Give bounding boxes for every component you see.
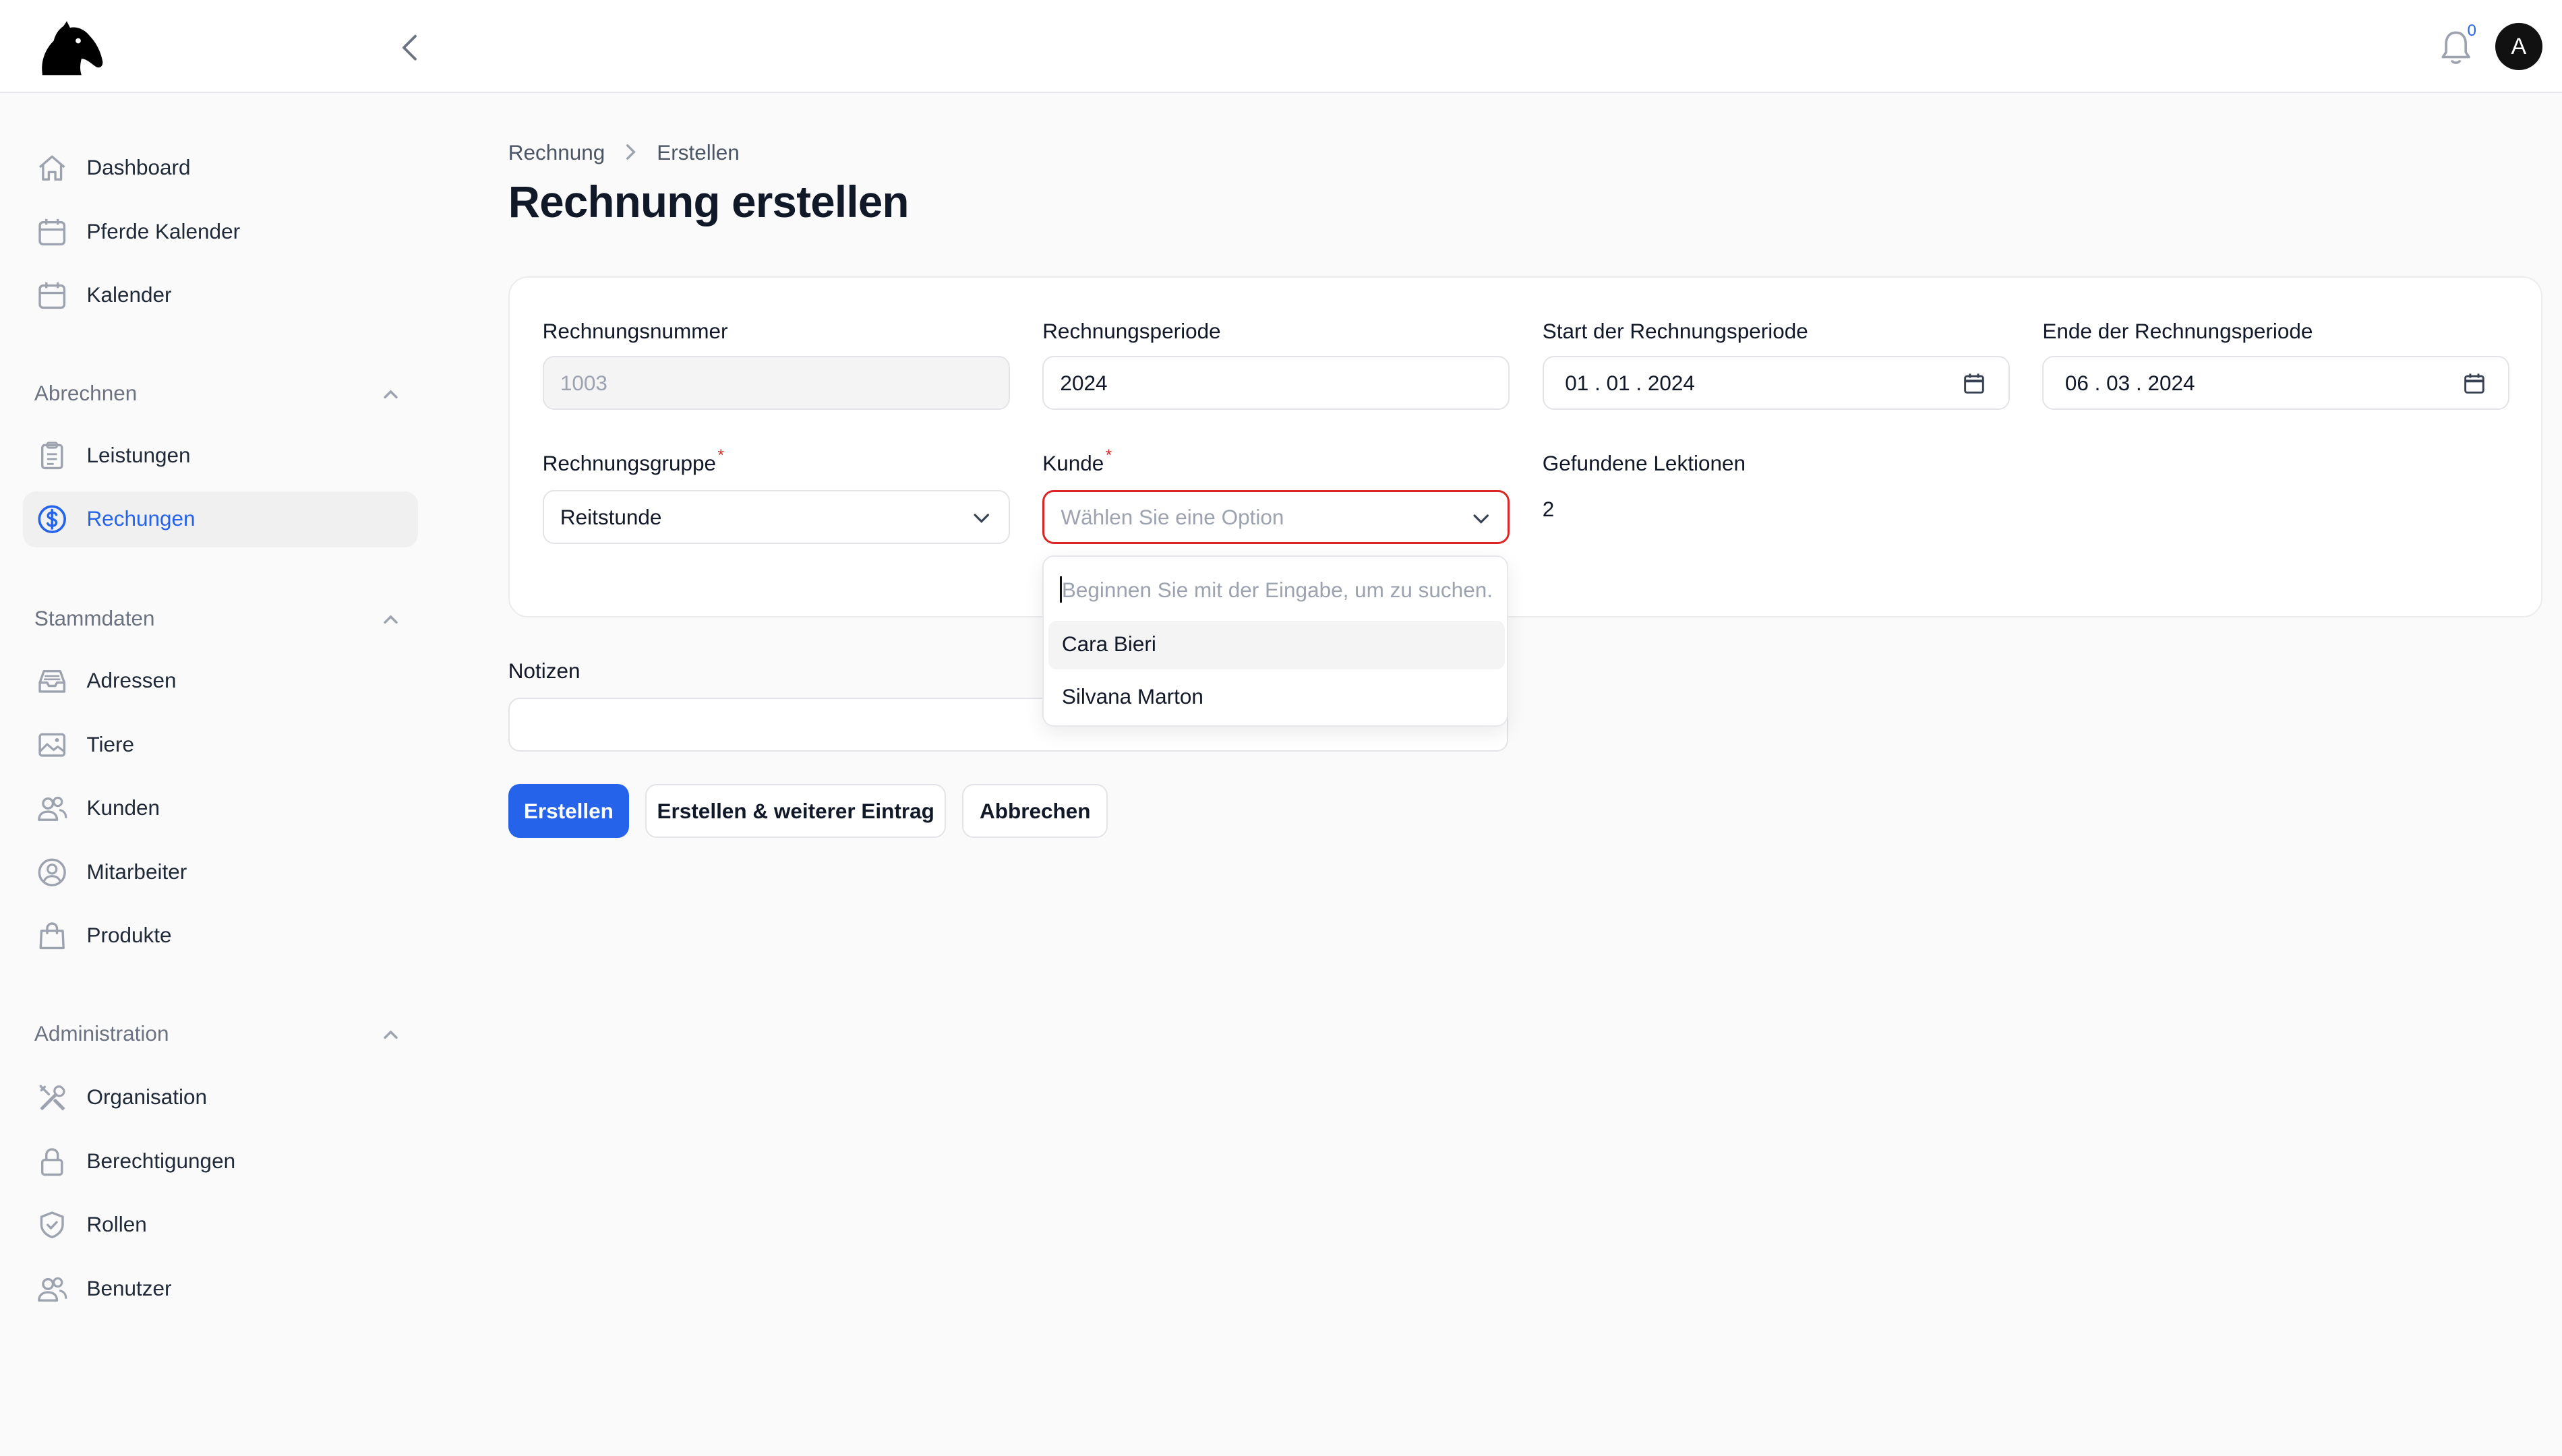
- sidebar-item-label: Pferde Kalender: [86, 218, 241, 243]
- period-start-label: Start der Rechnungsperiode: [1542, 318, 1808, 343]
- sidebar-item-label: Rollen: [86, 1212, 147, 1237]
- period-end-label: Ende der Rechnungsperiode: [2042, 318, 2313, 343]
- chevron-up-icon: [384, 615, 398, 624]
- sidebar-item-produkte[interactable]: Produkte: [23, 908, 418, 963]
- user-circle-icon: [38, 858, 67, 886]
- customer-search-input[interactable]: Beginnen Sie mit der Eingabe, um zu such…: [1062, 578, 1493, 603]
- user-avatar[interactable]: A: [2495, 22, 2542, 71]
- chevron-right-icon: [626, 144, 636, 160]
- collapse-sidebar-chevron-left-icon[interactable]: [392, 30, 428, 65]
- cancel-button[interactable]: Abbrechen: [962, 784, 1108, 839]
- sidebar-item-label: Adressen: [86, 668, 177, 693]
- chevron-down-icon: [974, 514, 989, 524]
- sidebar-item-label: Organisation: [86, 1085, 208, 1110]
- calendar-icon[interactable]: [2463, 372, 2486, 395]
- notes-label: Notizen: [508, 658, 580, 683]
- create-and-another-button[interactable]: Erstellen & weiterer Eintrag: [645, 784, 947, 839]
- invoice-period-label: Rechnungsperiode: [1042, 318, 1221, 343]
- users-icon: [38, 797, 67, 822]
- create-button[interactable]: Erstellen: [508, 784, 630, 839]
- invoice-period-input[interactable]: 2024: [1042, 356, 1510, 411]
- tools-icon: [39, 1085, 65, 1111]
- clipboard-icon: [41, 442, 63, 469]
- sidebar-group-label: Administration: [34, 1021, 169, 1045]
- sidebar-group-label: Stammdaten: [34, 606, 155, 631]
- period-end-date-input[interactable]: 06 . 03 . 2024: [2042, 356, 2510, 411]
- required-asterisk: *: [1105, 446, 1112, 464]
- sidebar-item-adressen[interactable]: Adressen: [23, 653, 418, 708]
- horse-logo-icon[interactable]: [36, 20, 105, 78]
- required-asterisk: *: [717, 446, 724, 464]
- lock-icon: [41, 1148, 63, 1176]
- sidebar-item-label: Produkte: [86, 923, 172, 948]
- calendar-icon: [38, 282, 66, 309]
- lessons-found-value: 2: [1542, 496, 1555, 521]
- sidebar-item-rechungen[interactable]: Rechungen: [22, 491, 419, 547]
- sidebar-item-label: Mitarbeiter: [86, 859, 187, 884]
- inbox-icon: [38, 670, 66, 694]
- sidebar-group-stammdaten[interactable]: Stammdaten: [34, 603, 410, 635]
- invoice-group-label: Rechnungsgruppe *: [542, 446, 724, 475]
- sidebar-item-label: Leistungen: [86, 442, 191, 467]
- sidebar-item-dashboard[interactable]: Dashboard: [23, 140, 418, 195]
- sidebar-item-tiere[interactable]: Tiere: [23, 717, 418, 772]
- invoice-number-input: 1003: [542, 356, 1010, 411]
- calendar-icon: [38, 218, 66, 245]
- breadcrumb-rechnung-link[interactable]: Rechnung: [508, 140, 605, 165]
- sidebar-item-pferde-kalender[interactable]: Pferde Kalender: [23, 204, 418, 260]
- customer-dropdown: Beginnen Sie mit der Eingabe, um zu such…: [1042, 555, 1508, 727]
- sidebar-group-abrechnen[interactable]: Abrechnen: [34, 377, 410, 410]
- invoice-group-select[interactable]: Reitstunde: [542, 490, 1010, 545]
- customer-option[interactable]: Cara Bieri: [1048, 620, 1505, 670]
- sidebar-item-kalender[interactable]: Kalender: [23, 268, 418, 323]
- lessons-found-label: Gefundene Lektionen: [1542, 450, 1746, 475]
- sidebar-item-label: Kunden: [86, 795, 160, 820]
- sidebar-item-berechtigungen[interactable]: Berechtigungen: [23, 1134, 418, 1189]
- sidebar-item-label: Rechungen: [86, 506, 196, 531]
- users-icon: [38, 1277, 67, 1302]
- customer-option[interactable]: Silvana Marton: [1048, 673, 1504, 722]
- home-icon: [39, 155, 65, 181]
- sidebar: Dashboard Pferde Kalender Kalender Abrec…: [0, 93, 441, 1455]
- shopping-bag-icon: [39, 922, 65, 950]
- sidebar-item-rollen[interactable]: Rollen: [23, 1197, 418, 1252]
- sidebar-group-administration[interactable]: Administration: [34, 1018, 410, 1050]
- notification-count-badge: 0: [2467, 21, 2476, 40]
- period-start-date-input[interactable]: 01 . 01 . 2024: [1542, 356, 2010, 411]
- sidebar-item-label: Kalender: [86, 282, 172, 307]
- top-bar: 0 A: [0, 0, 2562, 94]
- breadcrumb-current: Erstellen: [657, 140, 740, 165]
- customer-label: Kunde *: [1042, 446, 1112, 475]
- sidebar-item-benutzer[interactable]: Benutzer: [23, 1261, 418, 1316]
- sidebar-item-label: Benutzer: [86, 1275, 172, 1300]
- chevron-up-icon: [384, 390, 398, 398]
- sidebar-item-leistungen[interactable]: Leistungen: [23, 428, 418, 483]
- sidebar-item-label: Berechtigungen: [86, 1148, 236, 1173]
- calendar-icon[interactable]: [1963, 372, 1986, 395]
- sidebar-item-kunden[interactable]: Kunden: [23, 781, 418, 836]
- chevron-down-icon: [1473, 514, 1489, 524]
- sidebar-item-label: Dashboard: [86, 155, 191, 180]
- shield-check-icon: [40, 1211, 64, 1239]
- sidebar-item-organisation[interactable]: Organisation: [23, 1070, 418, 1125]
- sidebar-group-label: Abrechnen: [34, 380, 138, 405]
- customer-select[interactable]: Wählen Sie eine Option: [1042, 490, 1510, 545]
- sidebar-item-label: Tiere: [86, 731, 135, 756]
- image-icon: [38, 733, 66, 757]
- page-title: Rechnung erstellen: [508, 177, 910, 226]
- invoice-number-label: Rechnungsnummer: [542, 318, 728, 343]
- sidebar-item-mitarbeiter[interactable]: Mitarbeiter: [23, 845, 418, 900]
- dollar-circle-icon: [38, 505, 67, 534]
- chevron-up-icon: [384, 1030, 398, 1039]
